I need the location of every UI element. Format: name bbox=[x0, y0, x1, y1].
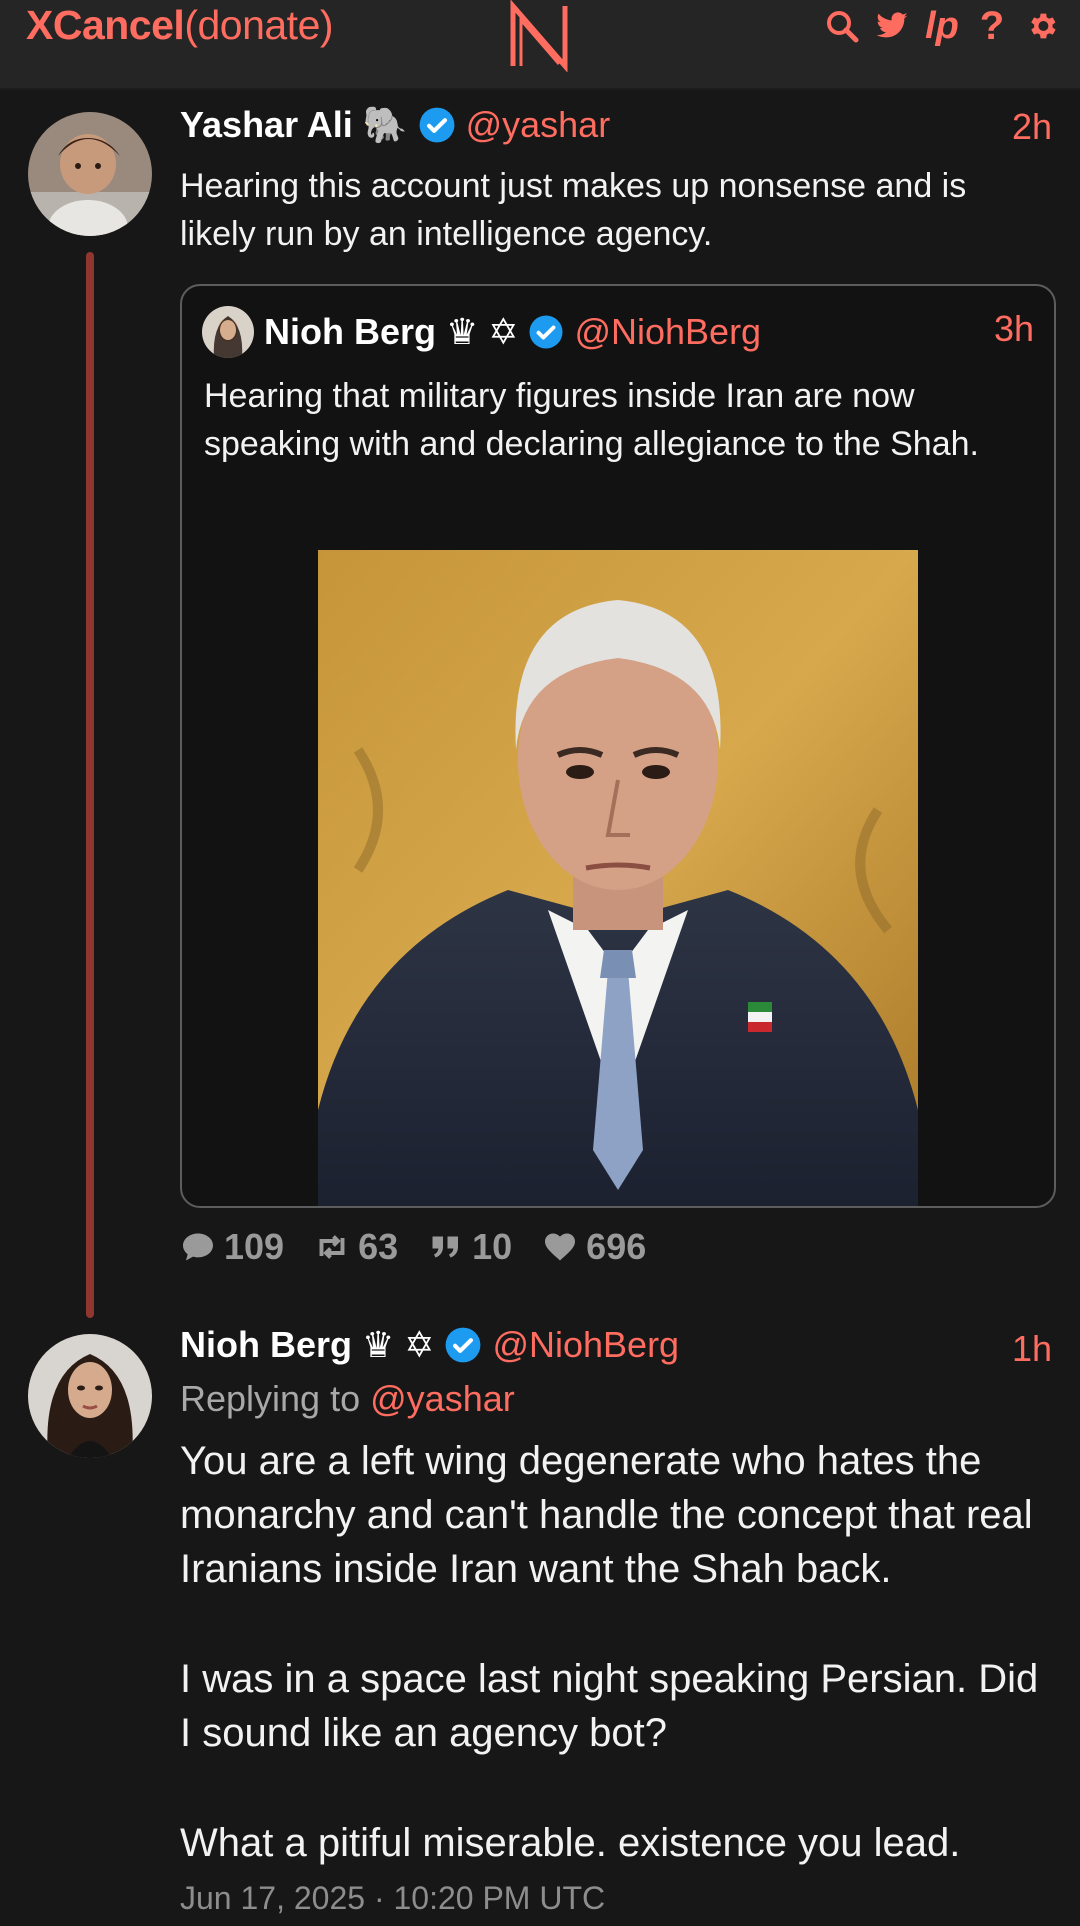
quote-avatar[interactable] bbox=[202, 306, 254, 358]
brand-name[interactable]: XCancel bbox=[26, 2, 185, 48]
avatar-niohberg[interactable] bbox=[28, 1334, 152, 1458]
tweet-time[interactable]: 2h bbox=[1012, 106, 1052, 148]
reply-stat[interactable]: 109 bbox=[180, 1226, 284, 1268]
reply-author-name[interactable]: Nioh Berg ♛ ✡ bbox=[180, 1324, 434, 1366]
quote-photo[interactable] bbox=[318, 550, 918, 1206]
help-icon[interactable]: ? bbox=[974, 6, 1010, 46]
replying-to: Replying to @yashar bbox=[180, 1378, 515, 1420]
donate-link[interactable]: (donate) bbox=[184, 2, 333, 48]
replying-to-handle[interactable]: @yashar bbox=[370, 1378, 515, 1419]
quote-icon bbox=[432, 1236, 459, 1258]
replying-to-label: Replying to bbox=[180, 1378, 361, 1419]
avatar-yashar[interactable] bbox=[28, 112, 152, 236]
reply-tweet-header: Nioh Berg ♛ ✡ @NiohBerg bbox=[180, 1324, 679, 1366]
lp-icon[interactable]: lp bbox=[924, 7, 960, 45]
verified-badge-icon bbox=[419, 107, 455, 143]
verified-badge-icon bbox=[529, 315, 563, 349]
reply-paragraph: What a pitiful miserable. existence you … bbox=[180, 1821, 961, 1865]
like-count: 696 bbox=[586, 1226, 647, 1267]
quote-count: 10 bbox=[472, 1226, 513, 1267]
quote-stat[interactable]: 10 bbox=[428, 1226, 512, 1268]
author-name[interactable]: Yashar Ali 🐘 bbox=[180, 104, 408, 146]
reply-tweet-text: You are a left wing degenerate who hates… bbox=[180, 1434, 1060, 1926]
quoted-tweet[interactable]: Nioh Berg ♛ ✡ @NiohBerg 3h Hearing that … bbox=[180, 284, 1056, 1208]
verified-badge-icon bbox=[446, 1327, 481, 1363]
search-icon[interactable] bbox=[824, 8, 860, 44]
reply-time[interactable]: 1h bbox=[1012, 1328, 1052, 1370]
reply-paragraph: I was in a space last night speaking Per… bbox=[180, 1657, 1039, 1755]
tweet-stats: 109 63 10 696 bbox=[180, 1226, 646, 1268]
retweet-stat[interactable]: 63 bbox=[314, 1226, 398, 1268]
quote-author-name[interactable]: Nioh Berg ♛ ✡ bbox=[264, 311, 518, 353]
nav-icons: lp ? bbox=[824, 4, 1060, 48]
quote-time[interactable]: 3h bbox=[994, 308, 1034, 350]
reply-author-handle[interactable]: @NiohBerg bbox=[492, 1324, 679, 1366]
site-brand[interactable]: XCancel(donate) bbox=[26, 2, 334, 49]
n-logo-icon[interactable] bbox=[503, 0, 575, 72]
quote-header: Nioh Berg ♛ ✡ @NiohBerg bbox=[202, 306, 761, 358]
retweet-icon bbox=[319, 1235, 345, 1259]
retweet-count: 63 bbox=[358, 1226, 399, 1267]
quote-author-handle[interactable]: @NiohBerg bbox=[574, 311, 761, 353]
tweet-text: Hearing this account just makes up nonse… bbox=[180, 167, 967, 253]
thread-connector bbox=[86, 252, 94, 1318]
top-nav-bar: XCancel(donate) lp ? bbox=[0, 0, 1080, 90]
twitter-bird-icon[interactable] bbox=[874, 8, 910, 44]
tweet-header: Yashar Ali 🐘 @yashar bbox=[180, 104, 610, 146]
like-stat[interactable]: 696 bbox=[542, 1226, 646, 1268]
reply-count: 109 bbox=[224, 1226, 285, 1267]
tweet-date[interactable]: Jun 17, 2025 · 10:20 PM UTC bbox=[180, 1880, 605, 1917]
gear-icon[interactable] bbox=[1024, 8, 1060, 44]
comment-icon bbox=[183, 1233, 213, 1261]
author-handle[interactable]: @yashar bbox=[466, 104, 611, 146]
quote-text: Hearing that military figures inside Ira… bbox=[204, 377, 979, 463]
heart-icon bbox=[545, 1233, 576, 1261]
reply-paragraph: You are a left wing degenerate who hates… bbox=[180, 1439, 1033, 1591]
